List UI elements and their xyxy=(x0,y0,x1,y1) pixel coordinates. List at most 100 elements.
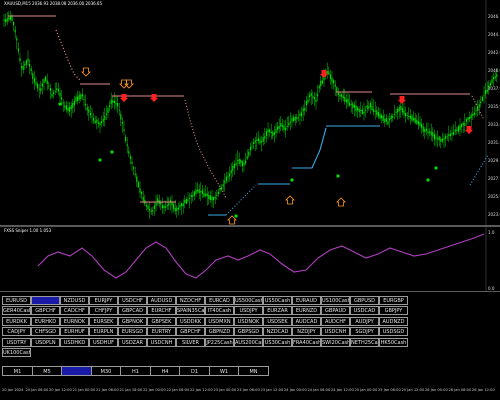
symbol-button-neth25cash[interactable]: NETH25Cash xyxy=(350,337,379,347)
symbol-button-jp225cash[interactable]: JP225Cash xyxy=(205,337,234,347)
symbol-button-usddkk[interactable]: USDDKK xyxy=(176,316,205,326)
symbol-button-usdcad[interactable]: USDCAD xyxy=(350,306,379,316)
symbol-button-gbpchf[interactable]: GBPCHF xyxy=(31,306,60,316)
timeframe-button-mn[interactable]: MN xyxy=(238,366,269,376)
symbol-button-usdtry[interactable]: USDTRY xyxy=(2,337,31,347)
candle-body xyxy=(393,114,395,116)
symbol-button-aus200cash[interactable]: AUS200Cash xyxy=(234,337,263,347)
oscillator-canvas[interactable] xyxy=(0,226,500,292)
symbol-button-eurhuf[interactable]: EURHUF xyxy=(60,327,89,337)
symbol-button-usdjpy[interactable]: USDJPY xyxy=(234,306,263,316)
candle-body xyxy=(397,109,399,113)
symbol-button-ger40cash[interactable]: GER40Cash xyxy=(2,306,31,316)
symbol-button-gbpchf[interactable]: GBPCHF xyxy=(176,327,205,337)
symbol-button-gbpaud[interactable]: GBPAUD xyxy=(321,306,350,316)
symbol-button-usdchf[interactable]: USDCHF xyxy=(118,296,147,305)
symbol-button-eurdkk[interactable]: EURDKK xyxy=(2,316,31,326)
timeframe-button-h4[interactable]: H4 xyxy=(149,366,181,376)
symbol-button-swi20cash[interactable]: SWI20Cash xyxy=(321,337,350,347)
symbol-button-nzdjpy[interactable]: NZDJPY xyxy=(292,327,321,337)
timeframe-button-m5[interactable]: M5 xyxy=(31,366,63,376)
price-chart-canvas[interactable] xyxy=(0,0,500,226)
symbol-button-hk50cash[interactable]: HK50Cash xyxy=(379,337,408,347)
symbol-button-nzdusd[interactable]: NZDUSD xyxy=(60,296,89,305)
main-price-chart[interactable] xyxy=(0,0,500,226)
symbol-button-silver[interactable]: SILVER xyxy=(176,337,205,347)
symbol-button-usdnok[interactable]: USDNOK xyxy=(234,316,263,326)
symbol-button-gbpcad[interactable]: GBPCAD xyxy=(118,306,147,316)
symbol-button-eursgd[interactable]: EURSGD xyxy=(118,327,147,337)
symbol-button-gbpusd[interactable]: GBPUSD xyxy=(350,296,379,305)
timeframe-button-w1[interactable]: W1 xyxy=(208,366,240,376)
timeframe-button-h1[interactable]: H1 xyxy=(120,366,151,376)
symbol-button-audchf[interactable]: AUDCHF xyxy=(321,316,350,326)
symbol-button-cadjpy[interactable]: CADJPY xyxy=(2,327,31,337)
symbol-button-eurusd[interactable]: EURUSD xyxy=(2,296,31,305)
symbol-button-eurcad[interactable]: EURCAD xyxy=(205,296,234,305)
symbol-button-eurnok[interactable]: EURNOK xyxy=(60,316,89,326)
symbol-button-gbpnok[interactable]: GBPNOK xyxy=(118,316,147,326)
symbol-button-gbpjpy[interactable]: GBPJPY xyxy=(379,306,408,316)
symbol-button-audusd[interactable]: AUDUSD xyxy=(147,296,176,305)
symbol-button-eursek[interactable]: EURSEK xyxy=(89,316,118,326)
symbol-button-eurzar[interactable]: EURZAR xyxy=(263,306,292,316)
candle-body xyxy=(400,106,402,110)
symbol-button-gbpsgd[interactable]: GBPSGD xyxy=(234,327,263,337)
symbol-button-eurnzd[interactable]: EURNZD xyxy=(292,306,321,316)
signal-dot-icon xyxy=(290,178,294,182)
timeframe-button-d1[interactable]: D1 xyxy=(179,366,210,376)
symbol-button-us500cash[interactable]: US500Cash xyxy=(234,296,263,305)
symbol-button-usdcnh[interactable]: USDCNH xyxy=(321,327,350,337)
candle-body xyxy=(432,132,434,137)
symbol-button-usdhuf[interactable]: USDHUF xyxy=(89,337,118,347)
symbol-button-usdmxn[interactable]: USDMXN xyxy=(205,316,234,326)
symbol-button-us50cash[interactable]: US50Cash xyxy=(263,296,292,305)
symbol-button-eurpln[interactable]: EURPLN xyxy=(89,327,118,337)
timeframe-button-m1[interactable]: M1 xyxy=(2,366,33,376)
candle-body xyxy=(401,107,403,113)
symbol-button-spain35cash[interactable]: SPAIN35Cash xyxy=(176,306,205,316)
candle-body xyxy=(424,129,426,133)
symbol-button-audcad[interactable]: AUDCAD xyxy=(292,316,321,326)
symbol-button-audjpy[interactable]: AUDJPY xyxy=(350,316,379,326)
signal-dot-icon xyxy=(336,174,340,178)
symbol-button-sgdjpy[interactable]: SGDJPY xyxy=(350,327,379,337)
symbol-button-eurchf[interactable]: EURCHF xyxy=(147,306,176,316)
oscillator-panel[interactable] xyxy=(0,226,500,292)
symbol-button-chfjpy[interactable]: CHFJPY xyxy=(89,306,118,316)
symbol-button-usdcnh[interactable]: USDCNH xyxy=(147,337,176,347)
symbol-button-it40cash[interactable]: IT40Cash xyxy=(205,306,234,316)
candle-body xyxy=(281,124,283,127)
symbol-button-usdpln[interactable]: USDPLN xyxy=(31,337,60,347)
timeframe-button-m30[interactable]: M30 xyxy=(90,366,122,376)
symbol-button-eurtry[interactable]: EURTRY xyxy=(147,327,176,337)
symbol-button-nzdcad[interactable]: NZDCAD xyxy=(263,327,292,337)
symbol-button-eurjpy[interactable]: EURJPY xyxy=(89,296,118,305)
symbol-button-fra40cash[interactable]: FRA40Cash xyxy=(292,337,321,347)
symbol-button-gbpnzd[interactable]: GBPNZD xyxy=(205,327,234,337)
candle-body xyxy=(96,119,98,123)
symbol-button-uk100cash[interactable]: UK100Cash xyxy=(2,348,31,357)
timeframe-button-m15[interactable]: M15 xyxy=(61,366,92,376)
symbol-button-cadchf[interactable]: CADCHF xyxy=(60,306,89,316)
symbol-button-eurgbp[interactable]: EURGBP xyxy=(379,296,408,305)
symbol-button-gbpusd[interactable]: GBPUSD xyxy=(31,296,60,305)
symbol-button-usdhkd[interactable]: USDHKD xyxy=(60,337,89,347)
symbol-button-usdsek[interactable]: USDSEK xyxy=(263,316,292,326)
symbol-button-audnzd[interactable]: AUDNZD xyxy=(379,316,408,326)
candle-body xyxy=(206,193,208,197)
candle-body xyxy=(429,131,431,133)
symbol-button-gbpsek[interactable]: GBPSEK xyxy=(147,316,176,326)
symbol-button-nzdchf[interactable]: NZDCHF xyxy=(176,296,205,305)
symbol-button-eurhkd[interactable]: EURHKD xyxy=(31,316,60,326)
symbol-button-chfsgd[interactable]: CHFSGD xyxy=(31,327,60,337)
symbol-button-us30cash[interactable]: US30Cash xyxy=(263,337,292,347)
candle-body xyxy=(345,99,347,103)
symbol-button-us100cash[interactable]: US100Cash xyxy=(321,296,350,305)
symbol-button-usdsgd[interactable]: USDSGD xyxy=(379,327,408,337)
candle-body xyxy=(9,16,11,20)
candle-body xyxy=(102,118,104,122)
candle-body xyxy=(441,138,443,142)
symbol-button-usdzar[interactable]: USDZAR xyxy=(118,337,147,347)
symbol-button-euraud[interactable]: EURAUD xyxy=(292,296,321,305)
